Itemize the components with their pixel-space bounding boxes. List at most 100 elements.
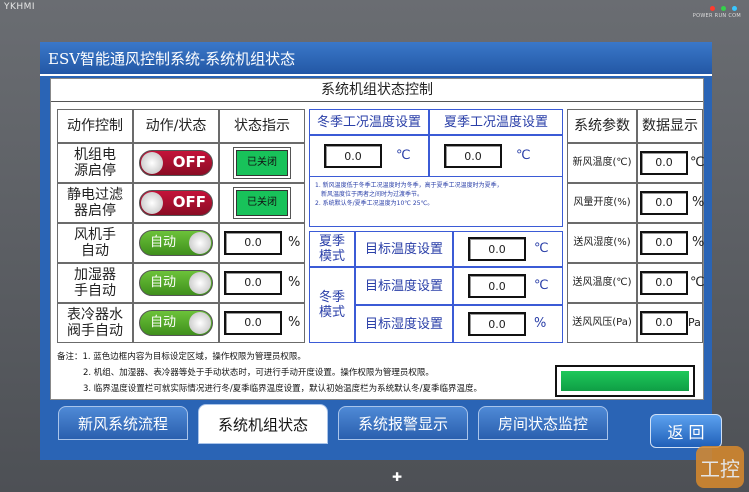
summer-target-temp-cell: 0.0 ℃ (453, 231, 563, 267)
remarks: 备注：1. 蓝色边框内容为目标设定区域，操作权限为管理员权限。 2. 机组、加湿… (57, 349, 482, 397)
com-led-icon (732, 6, 737, 11)
cell-unit-power-indicator: 已关闭 (219, 143, 305, 183)
status-leds (710, 6, 737, 11)
row-fan-mode: 风机手 自动 (57, 223, 133, 263)
supply-temp-display: 0.0 (640, 271, 688, 295)
header-action-control: 动作控制 (57, 109, 133, 143)
status-bar-fill (561, 371, 689, 391)
toggle-knob-icon (141, 192, 163, 214)
row-label-l2: 手自动 (74, 283, 116, 299)
cell-filter-indicator: 已关闭 (219, 183, 305, 223)
row-cooler-valve-mode: 表冷器水 阀手自动 (57, 303, 133, 343)
summer-target-temp-input[interactable]: 0.0 (468, 237, 526, 261)
row-label-l2: 阀手自动 (67, 323, 123, 339)
param-label: 送风湿度(%) (567, 223, 637, 263)
remark-line: 3. 临界温度设置栏可就实际情况进行冬/夏季临界温度设置，默认初始温度栏为系统默… (83, 384, 483, 394)
unit-label: ℃ (534, 241, 549, 256)
cooler-valve-toggle[interactable]: 自动 (139, 310, 213, 336)
cell-cooler-value: 0.0 % (219, 303, 305, 343)
season-temp-notes: 1. 新风温度低于冬季工况温度时为冬季，高于夏季工况温度时为夏季， 新风温度位于… (315, 181, 559, 208)
cell-fan-control: 自动 (133, 223, 219, 263)
winter-target-humidity-cell: 0.0 % (453, 305, 563, 343)
winter-target-humidity-label: 目标湿度设置 (355, 305, 453, 343)
humidifier-mode-toggle[interactable]: 自动 (139, 270, 213, 296)
tab-unit-status[interactable]: 系统机组状态 (198, 404, 328, 444)
toggle-label: OFF (172, 193, 206, 211)
winter-temp-label: 冬季工况温度设置 (309, 109, 429, 135)
toggle-label: 自动 (150, 315, 177, 330)
toggle-knob-icon (189, 312, 211, 334)
toggle-label: 自动 (150, 275, 177, 290)
back-button[interactable]: 返 回 (650, 414, 722, 448)
fan-opening-input[interactable]: 0.0 (224, 231, 282, 255)
mode-label-l2: 模式 (318, 249, 345, 264)
unit-label: ℃ (516, 148, 531, 163)
tab-room-status[interactable]: 房间状态监控 (478, 406, 608, 440)
mode-label-l1: 夏季 (318, 234, 345, 249)
fresh-air-temp-display: 0.0 (640, 151, 688, 175)
cell-humidifier-control: 自动 (133, 263, 219, 303)
winter-target-temp-input[interactable]: 0.0 (468, 274, 526, 298)
summer-temp-label: 夏季工况温度设置 (429, 109, 563, 135)
row-label-l2: 自动 (81, 243, 109, 259)
winter-temp-input[interactable]: 0.0 (324, 144, 382, 168)
cell-filter-control: OFF (133, 183, 219, 223)
row-label-l1: 加湿器 (74, 267, 116, 283)
row-label-l1: 静电过滤 (67, 187, 123, 203)
unit-label: % (692, 195, 705, 210)
param-label: 风量开度(%) (567, 183, 637, 223)
row-unit-power: 机组电 源启停 (57, 143, 133, 183)
param-label: 送风温度(℃) (567, 263, 637, 303)
toggle-label: OFF (172, 153, 206, 171)
watermark-logo: 工控 (696, 446, 744, 488)
brand-label: YKHMI (4, 2, 36, 12)
toggle-knob-icon (189, 232, 211, 254)
param-value-cell: 0.0 Pa (637, 303, 703, 343)
unit-label: % (288, 315, 301, 330)
winter-temp-cell: 0.0 ℃ (309, 135, 429, 177)
air-volume-display: 0.0 (640, 191, 688, 215)
summer-target-temp-label: 目标温度设置 (355, 231, 453, 267)
toggle-knob-icon (141, 152, 163, 174)
row-label-l2: 器启停 (74, 203, 116, 219)
humidifier-opening-input[interactable]: 0.0 (224, 271, 282, 295)
header-status-indicator: 状态指示 (219, 109, 305, 143)
summer-mode-label: 夏季 模式 (309, 231, 355, 267)
unit-label: Pa (688, 316, 701, 329)
winter-mode-label: 冬季 模式 (309, 267, 355, 343)
param-label: 新风温度(℃) (567, 143, 637, 183)
row-humidifier-mode: 加湿器 手自动 (57, 263, 133, 303)
supply-humidity-display: 0.0 (640, 231, 688, 255)
unit-label: ℃ (396, 148, 411, 163)
row-filter-power: 静电过滤 器启停 (57, 183, 133, 223)
summer-temp-input[interactable]: 0.0 (444, 144, 502, 168)
tab-alarm-display[interactable]: 系统报警显示 (338, 406, 468, 440)
power-led-icon (710, 6, 715, 11)
mode-label-l1: 冬季 (318, 290, 345, 305)
unit-power-toggle[interactable]: OFF (139, 150, 213, 176)
remark-line: 2. 机组、加湿器、表冷器等处于手动状态时，可进行手动开度设置。操作权限为管理员… (83, 368, 434, 378)
summer-temp-cell: 0.0 ℃ (429, 135, 563, 177)
toggle-label: 自动 (150, 235, 177, 250)
cell-humidifier-value: 0.0 % (219, 263, 305, 303)
tab-fresh-air-flow[interactable]: 新风系统流程 (58, 406, 188, 440)
panel-title: 系统机组状态控制 (51, 79, 703, 102)
run-led-icon (721, 6, 726, 11)
row-label-l1: 风机手 (74, 227, 116, 243)
filter-power-toggle[interactable]: OFF (139, 190, 213, 216)
toggle-knob-icon (189, 272, 211, 294)
unit-label: ℃ (534, 278, 549, 293)
unit-label: % (534, 316, 547, 331)
note-line: 1. 新风温度低于冬季工况温度时为冬季，高于夏季工况温度时为夏季， (315, 182, 503, 189)
cooler-valve-input[interactable]: 0.0 (224, 311, 282, 335)
fan-mode-toggle[interactable]: 自动 (139, 230, 213, 256)
param-value-cell: 0.0 ℃ (637, 263, 705, 303)
unit-label: ℃ (690, 155, 705, 170)
remark-line: 备注：1. 蓝色边框内容为目标设定区域，操作权限为管理员权限。 (57, 352, 306, 362)
note-line: 2. 系统默认冬/夏季工况温度为10℃ 25℃。 (315, 200, 434, 207)
title-bar: ESV智能通风控制系统-系统机组状态 (40, 42, 712, 76)
note-line: 新风温度位于两者之间时为过渡季节。 (321, 191, 424, 198)
winter-target-humidity-input[interactable]: 0.0 (468, 312, 526, 336)
filter-power-indicator: 已关闭 (236, 190, 288, 216)
unit-power-indicator: 已关闭 (236, 150, 288, 176)
